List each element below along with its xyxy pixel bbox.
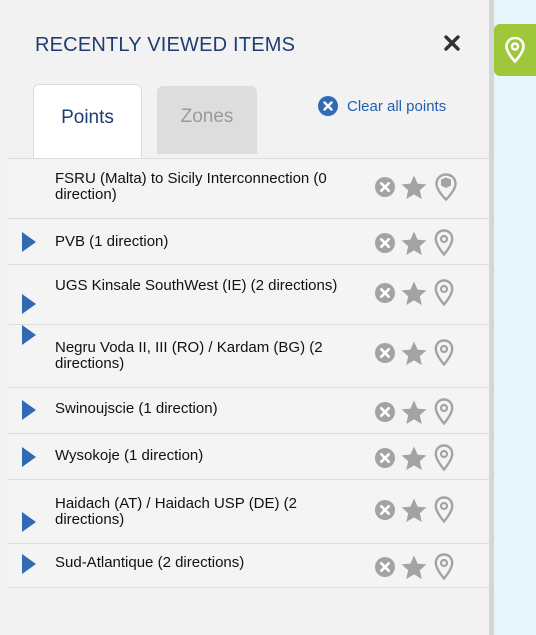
expand-arrow-icon[interactable] (22, 512, 36, 532)
star-icon[interactable] (400, 399, 428, 425)
clear-circle-icon (318, 96, 338, 116)
expand-arrow-icon[interactable] (22, 400, 36, 420)
list-item-label: Haidach (AT) / Haidach USP (DE) (2 direc… (55, 495, 298, 528)
map-pin-icon[interactable] (434, 279, 454, 306)
map-pin-icon[interactable] (434, 339, 454, 366)
remove-icon[interactable] (374, 447, 396, 469)
remove-icon[interactable] (374, 176, 396, 198)
remove-icon[interactable] (374, 342, 396, 364)
list-item[interactable]: Negru Voda II, III (RO) / Kardam (BG) (2… (8, 325, 489, 388)
clear-all-points-link[interactable]: Clear all points (318, 96, 446, 116)
expand-arrow-icon[interactable] (22, 232, 36, 252)
remove-icon[interactable] (374, 232, 396, 254)
star-icon[interactable] (400, 497, 428, 523)
item-actions (374, 398, 454, 425)
tab-zones[interactable]: Zones (157, 86, 257, 154)
star-icon[interactable] (400, 230, 428, 256)
list-item[interactable]: Sud-Atlantique (2 directions) (8, 544, 489, 588)
item-actions (374, 496, 454, 523)
star-icon[interactable] (400, 554, 428, 580)
item-actions (374, 339, 454, 366)
tab-zones-label: Zones (180, 106, 234, 127)
close-icon (444, 35, 460, 51)
list-item[interactable]: PVB (1 direction) (8, 219, 489, 265)
list-item-label: Negru Voda II, III (RO) / Kardam (BG) (2… (55, 339, 323, 372)
list-item-label: UGS Kinsale SouthWest (IE) (2 directions… (55, 277, 338, 294)
map-toggle-tab[interactable] (494, 24, 536, 76)
map-pin-icon[interactable] (434, 553, 454, 580)
expand-arrow-icon[interactable] (22, 325, 36, 345)
expand-arrow-icon[interactable] (22, 554, 36, 574)
list-item[interactable]: UGS Kinsale SouthWest (IE) (2 directions… (8, 265, 489, 325)
list-item-label: FSRU (Malta) to Sicily Interconnection (… (55, 170, 327, 203)
list-item-label: PVB (1 direction) (55, 233, 169, 250)
list-item[interactable]: FSRU (Malta) to Sicily Interconnection (… (8, 159, 489, 219)
panel-title: RECENTLY VIEWED ITEMS (35, 34, 296, 56)
list-item-label: Sud-Atlantique (2 directions) (55, 554, 245, 571)
star-icon[interactable] (400, 280, 428, 306)
remove-icon[interactable] (374, 499, 396, 521)
map-pin-icon[interactable] (434, 173, 458, 201)
item-actions (374, 279, 454, 306)
star-icon[interactable] (400, 174, 428, 200)
map-pin-icon[interactable] (434, 496, 454, 523)
recent-points-list: FSRU (Malta) to Sicily Interconnection (… (8, 158, 489, 588)
map-pin-icon[interactable] (434, 444, 454, 471)
expand-arrow-icon[interactable] (22, 447, 36, 467)
remove-icon[interactable] (374, 401, 396, 423)
item-actions (374, 173, 458, 201)
close-button[interactable] (437, 28, 467, 58)
list-item-label: Swinoujscie (1 direction) (55, 400, 218, 417)
map-pin-icon[interactable] (434, 229, 454, 256)
list-item-label: Wysokoje (1 direction) (55, 447, 204, 464)
recently-viewed-panel: RECENTLY VIEWED ITEMS Points Zones Clear… (0, 0, 489, 635)
list-item[interactable]: Wysokoje (1 direction) (8, 434, 489, 480)
map-pin-icon (505, 37, 525, 63)
map-area (494, 0, 536, 635)
item-actions (374, 444, 454, 471)
tab-points[interactable]: Points (33, 84, 142, 158)
list-item[interactable]: Swinoujscie (1 direction) (8, 388, 489, 434)
tab-points-label: Points (61, 107, 114, 128)
star-icon[interactable] (400, 340, 428, 366)
expand-arrow-icon[interactable] (22, 294, 36, 314)
item-actions (374, 229, 454, 256)
remove-icon[interactable] (374, 556, 396, 578)
map-pin-icon[interactable] (434, 398, 454, 425)
star-icon[interactable] (400, 445, 428, 471)
item-actions (374, 553, 454, 580)
clear-all-label: Clear all points (347, 97, 447, 115)
list-item[interactable]: Haidach (AT) / Haidach USP (DE) (2 direc… (8, 480, 489, 544)
remove-icon[interactable] (374, 282, 396, 304)
